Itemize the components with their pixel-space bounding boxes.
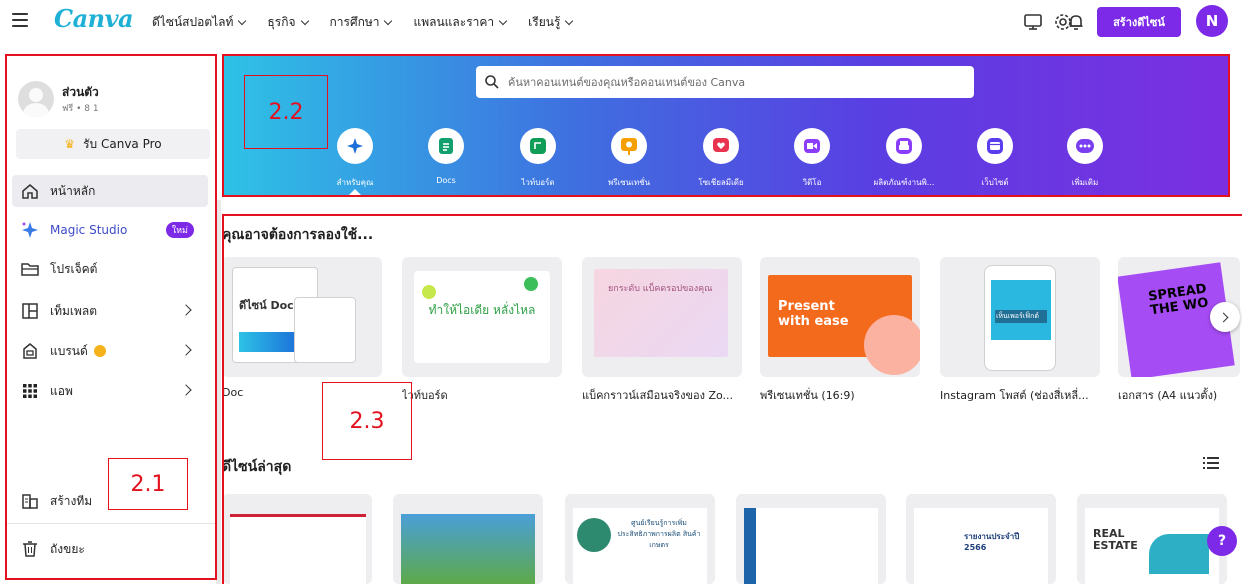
template-icon bbox=[22, 303, 38, 319]
sidebar-item-home[interactable]: หน้าหลัก bbox=[12, 175, 208, 207]
annotation-label-2-3: 2.3 bbox=[322, 382, 412, 460]
nav-business[interactable]: ธุรกิจ bbox=[267, 13, 309, 32]
website-icon bbox=[987, 138, 1003, 154]
chevron-down-icon bbox=[498, 16, 508, 25]
template-card-doc[interactable]: ดีไซน์ Docs bbox=[222, 257, 382, 377]
category-website[interactable]: เว็บไซต์ bbox=[956, 128, 1034, 189]
recent-design-thumb[interactable]: รายงานประจำปี 2566 bbox=[906, 494, 1056, 584]
profile-plan: ฟรี • 8 1 bbox=[62, 104, 99, 114]
category-video[interactable]: วิดีโอ bbox=[773, 128, 851, 189]
search-input[interactable]: ค้นหาคอนเทนต์ของคุณหรือคอนเทนต์ของ Canva bbox=[476, 66, 974, 98]
desktop-app-icon[interactable] bbox=[1023, 12, 1043, 32]
category-whiteboard[interactable]: ไวท์บอร์ด bbox=[499, 128, 577, 189]
sidebar-item-templates[interactable]: เท็มเพลต bbox=[12, 295, 208, 327]
template-card-presentation[interactable]: Present with ease bbox=[760, 257, 920, 377]
hero-banner: ค้นหาคอนเทนต์ของคุณหรือคอนเทนต์ของ Canva… bbox=[224, 56, 1228, 196]
account-avatar[interactable]: N bbox=[1196, 5, 1228, 37]
sparkle-icon bbox=[347, 138, 363, 154]
category-more[interactable]: เพิ่มเติม bbox=[1046, 128, 1124, 189]
profile-avatar[interactable] bbox=[18, 81, 54, 117]
print-icon bbox=[896, 138, 912, 154]
chevron-down-icon bbox=[565, 16, 574, 25]
crown-icon: ♛ bbox=[64, 137, 76, 151]
social-heart-icon bbox=[713, 138, 729, 152]
template-card-instagram[interactable]: เห็นเพอร์เฟ็กต์ bbox=[940, 257, 1100, 377]
more-icon bbox=[1076, 139, 1094, 153]
nav-learn[interactable]: เรียนรู้ bbox=[528, 13, 574, 32]
chevron-down-icon bbox=[238, 16, 247, 25]
nav-plans-pricing[interactable]: แพลนและราคา bbox=[413, 13, 508, 32]
brand-icon bbox=[23, 343, 37, 359]
template-card-whiteboard[interactable]: ทำให้ไอเดีย หลั่งไหล bbox=[402, 257, 562, 377]
magic-sparkle-icon bbox=[22, 222, 38, 238]
template-card-zoom-background[interactable]: ยกระดับ แบ็คดรอปของคุณ bbox=[582, 257, 742, 377]
sidebar-item-projects[interactable]: โปรเจ็คต์ bbox=[12, 253, 208, 285]
recent-designs-heading: ดีไซน์ล่าสุด bbox=[222, 459, 292, 475]
trash-icon bbox=[23, 541, 37, 557]
chevron-down-icon bbox=[384, 16, 393, 25]
recent-design-thumb[interactable] bbox=[222, 494, 372, 584]
category-docs[interactable]: Docs bbox=[407, 128, 485, 185]
recent-design-thumb[interactable]: REAL ESTATE bbox=[1077, 494, 1227, 584]
category-print-products[interactable]: ผลิตภัณฑ์งานพิ... bbox=[865, 128, 943, 189]
video-icon bbox=[804, 139, 820, 153]
chevron-right-icon bbox=[180, 304, 192, 316]
nav-design-spotlight[interactable]: ดีไซน์สปอตไลท์ bbox=[152, 13, 247, 32]
top-nav: ดีไซน์สปอตไลท์ ธุรกิจ การศึกษา แพลนและรา… bbox=[152, 13, 594, 32]
carousel-next-button[interactable] bbox=[1210, 302, 1240, 332]
sidebar-scrollbar[interactable] bbox=[216, 200, 221, 584]
list-view-icon[interactable] bbox=[1203, 456, 1219, 470]
sidebar-item-magic-studio[interactable]: Magic Studio ใหม่ bbox=[12, 214, 208, 246]
recent-design-thumb[interactable] bbox=[736, 494, 886, 584]
chevron-down-icon bbox=[300, 16, 309, 25]
notification-bell-icon[interactable] bbox=[1066, 12, 1086, 32]
whiteboard-icon bbox=[530, 138, 546, 154]
docs-icon bbox=[439, 138, 453, 154]
annotation-label-2-1: 2.1 bbox=[108, 458, 188, 510]
template-card-label: แบ็คกราวน์เสมือนจริงของ Zo... bbox=[582, 389, 734, 402]
presentation-icon bbox=[621, 138, 637, 155]
new-badge: ใหม่ bbox=[165, 222, 194, 238]
chevron-right-icon bbox=[180, 384, 192, 396]
home-icon bbox=[22, 184, 38, 199]
sidebar-item-apps[interactable]: แอพ bbox=[12, 375, 208, 407]
search-placeholder: ค้นหาคอนเทนต์ของคุณหรือคอนเทนต์ของ Canva bbox=[508, 76, 746, 89]
template-card-label: พรีเซนเทชั่น (16:9) bbox=[760, 389, 855, 402]
chevron-right-icon bbox=[1218, 312, 1229, 322]
category-presentation[interactable]: พรีเซนเทชั่น bbox=[590, 128, 668, 189]
selected-category-indicator bbox=[349, 189, 361, 195]
premium-crown-icon bbox=[93, 345, 106, 357]
search-icon bbox=[485, 75, 499, 89]
get-canva-pro-button[interactable]: ♛ รับ Canva Pro bbox=[16, 129, 210, 159]
apps-grid-icon bbox=[23, 384, 37, 398]
help-button[interactable]: ? bbox=[1207, 526, 1237, 556]
recent-design-thumb[interactable]: ศูนย์เรียนรู้การเพิ่ม ประสิทธิภาพการผลิต… bbox=[565, 494, 715, 584]
folder-icon bbox=[21, 263, 39, 276]
create-design-button[interactable]: สร้างดีไซน์ bbox=[1097, 7, 1181, 37]
template-card-label: Instagram โพสต์ (ช่องสี่เหลี่... bbox=[940, 389, 1089, 402]
sidebar-item-brand[interactable]: แบรนด์ bbox=[12, 335, 208, 367]
menu-icon[interactable] bbox=[12, 13, 28, 27]
profile-name[interactable]: ส่วนตัว bbox=[62, 83, 99, 102]
template-card-label: ไวท์บอร์ด bbox=[402, 389, 448, 402]
top-bar: Canva ดีไซน์สปอตไลท์ ธุรกิจ การศึกษา แพล… bbox=[0, 0, 1242, 44]
team-icon bbox=[22, 494, 38, 509]
nav-education[interactable]: การศึกษา bbox=[330, 13, 393, 32]
template-card-label: เอกสาร (A4 แนวตั้ง) bbox=[1118, 389, 1218, 402]
chevron-right-icon bbox=[180, 344, 192, 356]
canva-home-screen: Canva ดีไซน์สปอตไลท์ ธุรกิจ การศึกษา แพล… bbox=[0, 0, 1242, 584]
suggestions-heading: คุณอาจต้องการลองใช้... bbox=[222, 227, 374, 243]
category-social-media[interactable]: โซเชียลมีเดีย bbox=[682, 128, 760, 189]
annotation-label-2-2: 2.2 bbox=[244, 75, 328, 149]
sidebar-item-trash[interactable]: ถังขยะ bbox=[12, 533, 208, 565]
recent-design-thumb[interactable] bbox=[393, 494, 543, 584]
sidebar-divider bbox=[6, 523, 216, 524]
canva-logo[interactable]: Canva bbox=[54, 4, 134, 33]
